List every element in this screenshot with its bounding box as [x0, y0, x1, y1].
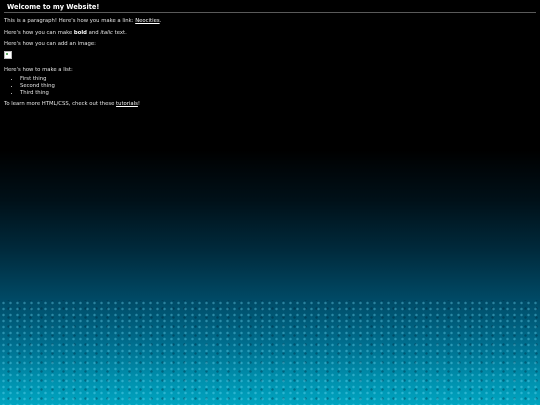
period: . — [159, 18, 162, 25]
exclamation: ! — [137, 101, 141, 108]
paragraph-image: Here's how you can add an image: — [4, 41, 96, 48]
format-text-post: text. — [114, 29, 127, 36]
list-item: Second thing — [20, 83, 536, 90]
bold-text: bold — [73, 29, 87, 36]
paragraph-text: This is a paragraph! Here's how you make… — [4, 18, 134, 25]
format-text-pre: Here's how you can make — [4, 29, 73, 36]
neocities-link[interactable]: Neocities — [135, 18, 159, 24]
broken-image-icon — [4, 51, 12, 60]
page-title: Welcome to my Website! — [4, 3, 536, 14]
paragraph-format: Here's how you can make bold and italic … — [4, 30, 536, 37]
paragraph-list: Here's how to make a list: — [4, 66, 73, 73]
paragraph-tutorials: To learn more HTML/CSS, check out these … — [4, 101, 536, 108]
thing-list: First thing Second thing Third thing — [4, 76, 536, 96]
format-text-mid: and — [88, 29, 99, 36]
list-item: First thing — [20, 76, 536, 83]
tutorials-text: To learn more HTML/CSS, check out these — [4, 101, 115, 108]
list-item: Third thing — [20, 90, 536, 97]
paragraph-link: This is a paragraph! Here's how you make… — [4, 18, 536, 25]
italic-text: italic — [100, 29, 113, 36]
tutorials-link[interactable]: tutorials — [116, 101, 138, 107]
page-content: Welcome to my Website! This is a paragra… — [0, 0, 540, 108]
background-pattern — [0, 300, 540, 405]
